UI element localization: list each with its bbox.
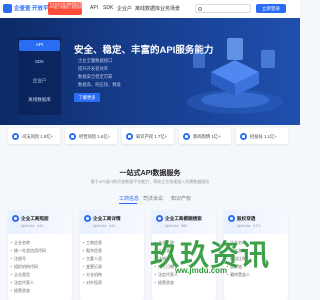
card-header	[152, 210, 216, 234]
watermark-url: ww.jmdu.com	[175, 266, 228, 275]
search-icon[interactable]	[198, 6, 202, 11]
hero-point: 数据高、响应快、精准	[78, 82, 121, 87]
building-icon	[12, 215, 19, 222]
stat-label: 司法风险 1.8亿+	[22, 133, 54, 139]
side-menu-item-api[interactable]: API	[19, 42, 60, 47]
card-code: ApiCode：410	[21, 224, 44, 228]
tab-ip[interactable]: 知识产权	[171, 195, 191, 202]
card-code: ApiCode：2171	[237, 224, 261, 228]
bulb-icon	[126, 132, 133, 140]
promo-line: API接口 快速接入 免费试用	[49, 6, 83, 10]
card-title: 企业工商模糊搜索	[165, 216, 202, 221]
stat-card-ip[interactable]: 知识产权 1.7亿+	[122, 128, 174, 144]
news-icon	[183, 132, 190, 140]
login-button[interactable]: 立即登录	[256, 4, 286, 13]
api-card[interactable]: 企业工商详情 ApiCode：410 工商信息 股东信息 主要人员 变更记录 分…	[80, 210, 144, 300]
stat-card-judicial[interactable]: 司法风险 1.8亿+	[8, 128, 60, 144]
hero-point: 提升开发者效率	[78, 66, 109, 71]
card-field: 统一社会信用代码	[11, 248, 46, 253]
bid-icon	[240, 132, 247, 140]
tab-judicial[interactable]: 司法诉讼	[143, 195, 163, 202]
card-field: 变更记录	[83, 264, 102, 269]
card-field: 工商信息	[83, 240, 102, 245]
card-code: ApiCode：886	[165, 224, 188, 228]
card-header	[8, 210, 72, 234]
stat-card-news[interactable]: 新闻舆情 1亿+	[179, 128, 231, 144]
card-field: 对外投资	[83, 280, 102, 285]
promo-banner[interactable]: 企业信息全面 数据源稳定可靠 API接口 快速接入 免费试用	[48, 2, 82, 15]
hero-illustration	[187, 38, 283, 114]
card-field: 经营状态	[11, 288, 30, 293]
card-field: 企业类型	[11, 272, 30, 277]
tab-business-info[interactable]: 工商信息	[119, 195, 139, 202]
nav-item-offline-db[interactable]: 离线数据库	[135, 5, 160, 12]
active-tab-indicator	[119, 203, 137, 204]
stat-card-bidding[interactable]: 招投标 1.1亿+	[236, 128, 288, 144]
card-field: 注册号	[11, 256, 26, 261]
card-header	[80, 210, 144, 234]
share-icon	[228, 215, 235, 222]
card-field: 主要人员	[83, 256, 102, 261]
card-field: 股东信息	[83, 248, 102, 253]
logo-icon[interactable]	[3, 4, 12, 13]
card-header	[224, 210, 288, 234]
nav-item-sdk[interactable]: SDK	[103, 5, 113, 11]
chart-icon	[69, 132, 76, 140]
nav-item-api[interactable]: API	[90, 5, 98, 11]
stat-label: 招投标 1.1亿+	[250, 133, 277, 139]
hero-point: 数据安全稳定可靠	[78, 74, 113, 79]
stat-label: 知识产权 1.7亿+	[136, 133, 168, 139]
stat-label: 经营风险 1.6亿+	[79, 133, 111, 139]
card-field: 法定代表人	[11, 280, 34, 285]
stat-card-business-risk[interactable]: 经营风险 1.6亿+	[65, 128, 117, 144]
api-card[interactable]: 企业工商照面 ApiCode：410 企业名称 统一社会信用代码 注册号 组织机…	[8, 210, 72, 300]
hero-point: 企业全量数据接口	[78, 58, 113, 63]
card-field: 企业名称	[11, 240, 30, 245]
side-menu-item-enterprise[interactable]: 企业户	[19, 78, 60, 84]
section-title: 一站式API数据服务	[119, 170, 181, 177]
nav-item-enterprise[interactable]: 企业户	[117, 5, 132, 12]
section-subtitle: 基于API接口的开放数据平台能力，帮助企业快速接入所需数据服务	[90, 179, 210, 184]
search-input[interactable]	[195, 4, 251, 13]
card-title: 股权穿透	[237, 216, 256, 221]
card-code: ApiCode：410	[93, 224, 116, 228]
side-menu-item-offline-db[interactable]: 离线数据库	[19, 97, 60, 103]
search-icon	[156, 215, 163, 222]
card-title: 企业工商照面	[21, 216, 49, 221]
building-icon	[84, 215, 91, 222]
document-icon	[12, 132, 19, 140]
card-field: 分支机构	[83, 272, 102, 277]
learn-more-button[interactable]: 了解更多	[74, 93, 100, 102]
card-field: 组织机构代码	[11, 264, 38, 269]
card-title: 企业工商详情	[93, 216, 121, 221]
card-field: 经营状态	[155, 280, 174, 285]
side-menu-item-sdk[interactable]: SDK	[19, 59, 60, 64]
stat-label: 新闻舆情 1亿+	[193, 133, 221, 139]
nav-item-scenarios[interactable]: 业务场景	[160, 5, 180, 12]
